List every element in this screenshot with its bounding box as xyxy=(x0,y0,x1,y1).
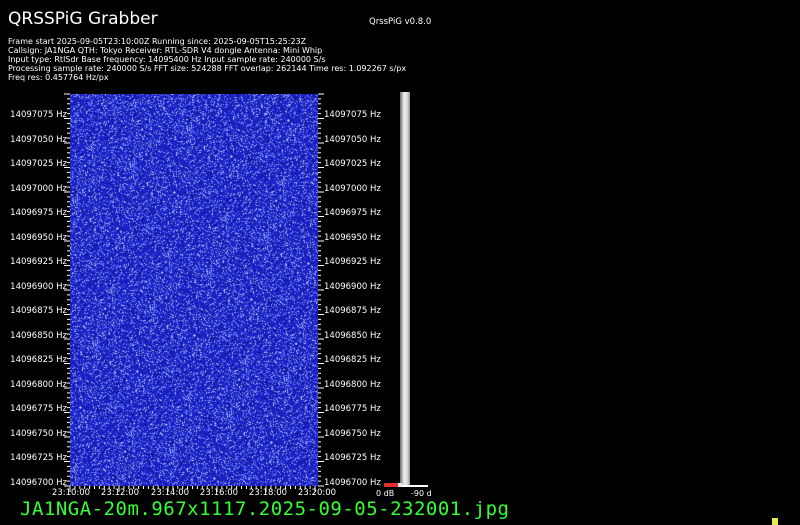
freq-label-right: 14097050 Hz xyxy=(324,135,381,145)
axis-ticks xyxy=(64,93,324,492)
freq-label-left: 14096800 Hz xyxy=(10,380,67,390)
page-title: QRSSPiG Grabber xyxy=(8,9,158,29)
freq-label-left: 14096925 Hz xyxy=(10,257,67,267)
freq-label-left: 14096850 Hz xyxy=(10,331,67,341)
corner-marker xyxy=(772,518,778,525)
freq-label-left: 14096775 Hz xyxy=(10,404,67,414)
time-label: 23:18:00 xyxy=(248,488,288,498)
freq-label-left: 14096825 Hz xyxy=(10,355,67,365)
info-line-frame: Frame start 2025-09-05T23:10:00Z Running… xyxy=(8,37,307,46)
info-line-processing: Processing sample rate: 240000 S/s FFT s… xyxy=(8,64,407,73)
freq-label-right: 14096775 Hz xyxy=(324,404,381,414)
freq-label-left: 14096975 Hz xyxy=(10,208,67,218)
spectrum-strip xyxy=(400,92,410,486)
freq-label-right: 14097075 Hz xyxy=(324,110,381,120)
freq-label-left: 14097075 Hz xyxy=(10,110,67,120)
freq-label-left: 14096700 Hz xyxy=(10,478,67,488)
time-label: 23:16:00 xyxy=(199,488,239,498)
info-line-input: Input type: RtlSdr Base frequency: 14095… xyxy=(8,55,326,64)
freq-label-left: 14096725 Hz xyxy=(10,453,67,463)
time-label: 23:14:00 xyxy=(150,488,190,498)
freq-label-left: 14096875 Hz xyxy=(10,306,67,316)
freq-label-right: 14096900 Hz xyxy=(324,282,381,292)
freq-label-left: 14096750 Hz xyxy=(10,429,67,439)
freq-label-right: 14096825 Hz xyxy=(324,355,381,365)
filename-label: JA1NGA-20m.967x1117.2025-09-05-232001.jp… xyxy=(20,498,510,520)
freq-label-right: 14096875 Hz xyxy=(324,306,381,316)
freq-label-right: 14096975 Hz xyxy=(324,208,381,218)
freq-label-left: 14097000 Hz xyxy=(10,184,67,194)
freq-label-right: 14096850 Hz xyxy=(324,331,381,341)
time-label: 23:10:00 xyxy=(51,488,91,498)
freq-label-right: 14096750 Hz xyxy=(324,429,381,439)
version-label: QrssPiG v0.8.0 xyxy=(369,17,432,27)
time-label: 23:12:00 xyxy=(100,488,140,498)
freq-label-right: 14096925 Hz xyxy=(324,257,381,267)
db-min-label: 0 dB xyxy=(376,489,395,498)
freq-label-right: 14096950 Hz xyxy=(324,233,381,243)
freq-label-left: 14097050 Hz xyxy=(10,135,67,145)
freq-label-left: 14096950 Hz xyxy=(10,233,67,243)
info-line-station: Callsign: JA1NGA QTH: Tokyo Receiver: RT… xyxy=(8,46,323,55)
freq-label-right: 14096725 Hz xyxy=(324,453,381,463)
time-label: 23:20:00 xyxy=(297,488,337,498)
freq-label-right: 14097000 Hz xyxy=(324,184,381,194)
grabber-image: QRSSPiG Grabber QrssPiG v0.8.0 Frame sta… xyxy=(0,0,800,525)
freq-label-right: 14096800 Hz xyxy=(324,380,381,390)
freq-label-right: 14096700 Hz xyxy=(324,478,381,488)
freq-label-left: 14097025 Hz xyxy=(10,159,67,169)
info-line-freq-res: Freq res: 0.457764 Hz/px xyxy=(8,73,109,82)
freq-label-left: 14096900 Hz xyxy=(10,282,67,292)
freq-label-right: 14097025 Hz xyxy=(324,159,381,169)
db-max-label: -90 d xyxy=(411,489,432,498)
